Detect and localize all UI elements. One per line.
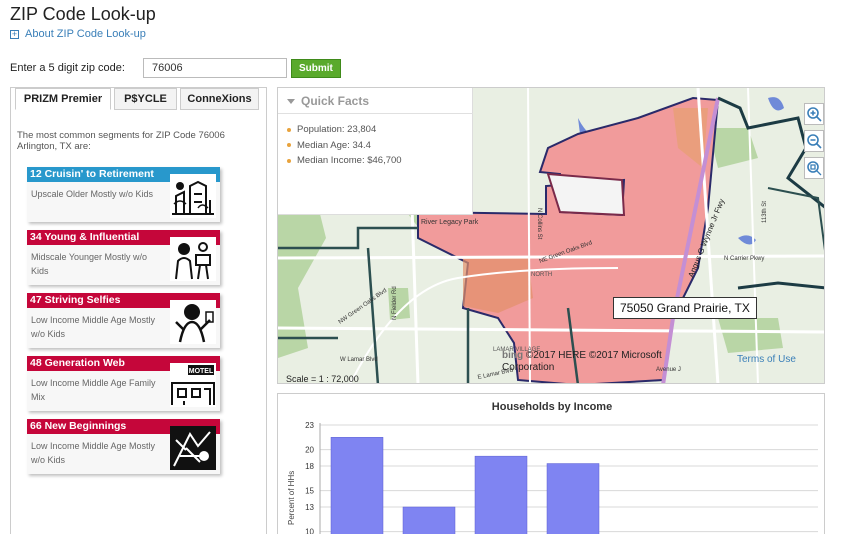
map-credit: bing ©2017 HERE ©2017 Microsoft Corporat… xyxy=(502,350,692,374)
zip-form: Enter a 5 digit zip code: Submit xyxy=(10,58,341,78)
segment-card[interactable]: 66 New Beginnings Low Income Middle Age … xyxy=(27,419,220,474)
map-label: River Legacy Park xyxy=(421,219,479,226)
chart-ytick-label: 10 xyxy=(305,528,314,534)
bullet-icon xyxy=(287,143,291,148)
segment-card[interactable]: 34 Young & Influential Midscale Younger … xyxy=(27,230,220,285)
fact-population: Population: 23,804 xyxy=(297,124,377,136)
list-item: Population: 23,804 xyxy=(287,122,402,138)
map-scale: Scale = 1 : 72,000 xyxy=(286,374,359,384)
chart-ytick-label: 23 xyxy=(305,421,314,430)
segment-description: Low Income Middle Age Mostly w/o Kids xyxy=(31,441,156,465)
segment-title: 47 Striving Selfies xyxy=(27,293,169,308)
segment-card[interactable]: 48 Generation Web Low Income Middle Age … xyxy=(27,356,220,411)
zoom-in-button[interactable] xyxy=(804,103,824,125)
quick-facts-list: Population: 23,804 Median Age: 34.4 Medi… xyxy=(287,122,402,169)
zoom-out-button[interactable] xyxy=(804,130,824,152)
divider xyxy=(278,113,473,114)
map-label: W Lamar Blvd xyxy=(340,357,378,363)
segment-illustration-icon xyxy=(170,237,216,281)
segment-illustration-icon xyxy=(170,426,216,470)
segment-illustration-icon xyxy=(170,300,216,344)
map-label: N Carrier Pkwy xyxy=(724,256,764,262)
map-label: 113th St xyxy=(762,201,768,223)
chevron-down-icon xyxy=(287,98,295,104)
bullet-icon xyxy=(287,158,291,163)
zoom-out-icon xyxy=(807,134,822,149)
map-label: NORTH xyxy=(531,272,552,278)
chart-ylabel: Percent of HHs xyxy=(287,471,296,525)
quick-facts-title: Quick Facts xyxy=(301,94,370,108)
segment-title: 66 New Beginnings xyxy=(27,419,169,434)
segment-description: Low Income Middle Age Family Mix xyxy=(31,378,156,402)
bing-logo: bing xyxy=(502,350,524,361)
svg-text:MOTEL: MOTEL xyxy=(189,368,214,375)
zoom-in-icon xyxy=(807,107,822,122)
map-label: N Fielder Rd xyxy=(392,286,398,320)
tab-psycle[interactable]: P$YCLE xyxy=(114,88,177,110)
tab-bar: PRIZM Premier P$YCLE ConneXions xyxy=(15,88,259,110)
chart-ytick-label: 20 xyxy=(305,446,314,455)
chart-bar[interactable] xyxy=(402,506,456,534)
about-link[interactable]: + About ZIP Code Look-up xyxy=(10,28,146,40)
chart-ytick-label: 15 xyxy=(305,487,314,496)
terms-of-use-link[interactable]: Terms of Use xyxy=(737,354,796,365)
fact-median-income: Median Income: $46,700 xyxy=(297,155,402,167)
segments-intro: The most common segments for ZIP Code 76… xyxy=(17,130,225,152)
income-chart: 23 20 18 15 13 10 Percent of HHs xyxy=(287,421,818,534)
expand-icon: + xyxy=(10,28,19,39)
segments-panel: PRIZM Premier P$YCLE ConneXions The most… xyxy=(10,87,267,534)
zoom-fit-icon xyxy=(807,161,822,176)
bullet-icon xyxy=(287,127,291,132)
income-chart-panel: Households by Income 23 20 18 15 13 10 Percen… xyxy=(277,393,825,534)
segment-card[interactable]: 12 Cruisin' to Retirement Upscale Older … xyxy=(27,167,220,222)
fact-median-age: Median Age: 34.4 xyxy=(297,139,371,151)
zip-label: Enter a 5 digit zip code: xyxy=(10,62,125,74)
submit-button[interactable]: Submit xyxy=(291,58,341,78)
map-copyright: ©2017 HERE ©2017 Microsoft Corporation xyxy=(502,350,662,373)
segment-title: 12 Cruisin' to Retirement xyxy=(27,167,169,182)
quick-facts-toggle[interactable]: Quick Facts xyxy=(287,94,369,108)
segment-illustration-icon: MOTEL xyxy=(170,363,216,407)
zip-popup[interactable]: 75050 Grand Prairie, TX xyxy=(613,297,757,319)
segment-card[interactable]: 47 Striving Selfies Low Income Middle Ag… xyxy=(27,293,220,348)
chart-ytick-label: 13 xyxy=(305,503,314,512)
list-item: Median Age: 34.4 xyxy=(287,138,402,154)
chart-ytick-label: 18 xyxy=(305,462,314,471)
page-title: ZIP Code Look-up xyxy=(10,4,156,24)
map-view[interactable]: River Legacy Park N Collins St NE Green … xyxy=(277,87,825,384)
about-link-label: About ZIP Code Look-up xyxy=(25,28,146,40)
map-label: N Collins St xyxy=(536,208,542,240)
zoom-fit-button[interactable] xyxy=(804,157,824,179)
segment-description: Low Income Middle Age Mostly w/o Kids xyxy=(31,315,156,339)
segment-title: 48 Generation Web xyxy=(27,356,169,371)
zip-input[interactable] xyxy=(143,58,287,78)
segment-title: 34 Young & Influential xyxy=(27,230,169,245)
chart-bar[interactable] xyxy=(546,463,600,534)
tab-prizm-premier[interactable]: PRIZM Premier xyxy=(15,88,111,110)
quick-facts-panel: Quick Facts Population: 23,804 Median Ag… xyxy=(278,88,473,215)
chart-title: Households by Income xyxy=(491,401,613,413)
segment-illustration-icon xyxy=(170,174,216,218)
chart-bar[interactable] xyxy=(474,455,528,534)
segment-description: Midscale Younger Mostly w/o Kids xyxy=(31,252,148,276)
chart-bar[interactable] xyxy=(330,437,384,534)
list-item: Median Income: $46,700 xyxy=(287,153,402,169)
segment-description: Upscale Older Mostly w/o Kids xyxy=(31,189,154,199)
tab-connexions[interactable]: ConneXions xyxy=(180,88,259,110)
